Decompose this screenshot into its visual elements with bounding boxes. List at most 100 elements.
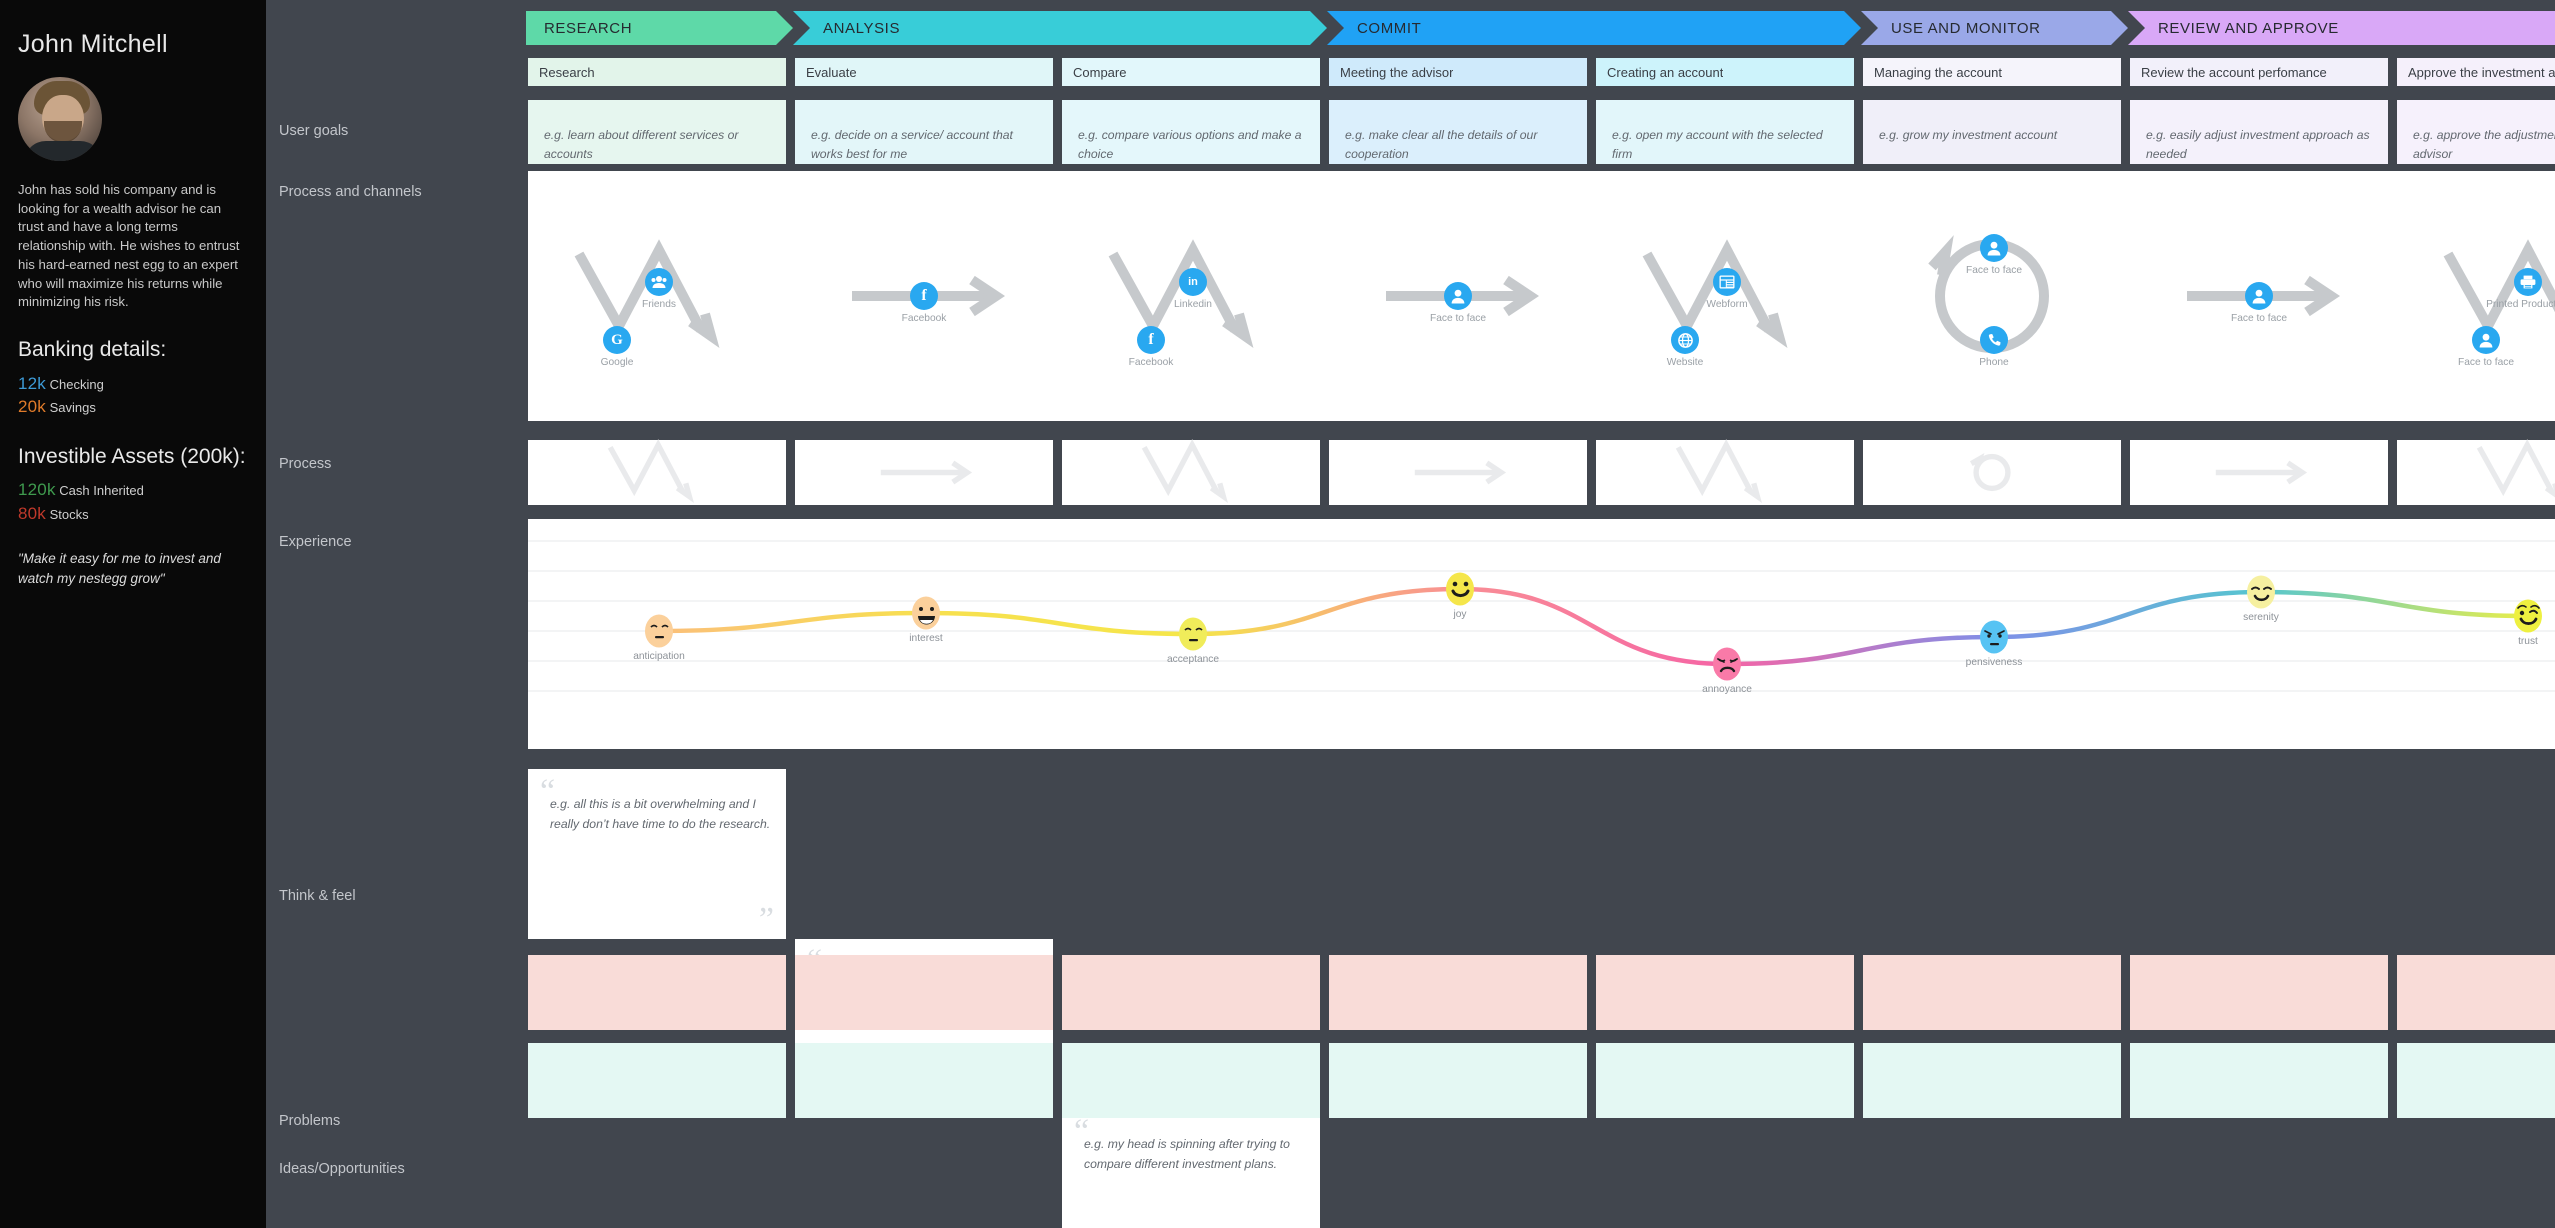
problems-cell-7[interactable] <box>2397 955 2555 1030</box>
facebook-icon[interactable]: f <box>1137 326 1165 354</box>
quote-close-icon: ” <box>758 901 774 938</box>
process-cell-6[interactable] <box>2130 440 2388 505</box>
channel-label: Printed Production <box>2486 299 2555 310</box>
process-cell-0[interactable] <box>528 439 786 505</box>
process-cell-5[interactable] <box>1863 440 2121 505</box>
phase-analysis[interactable]: ANALYSIS <box>793 11 1327 45</box>
channel-label: Friends <box>642 299 676 310</box>
row-label-column: User goals Process and channels Process Exp… <box>266 0 536 1228</box>
process-cell-4[interactable] <box>1596 439 1854 505</box>
process-channels-cell-2[interactable]: f Facebook in Linkedin <box>1062 171 1320 421</box>
think-feel-card-2[interactable]: “e.g. my head is spinning after trying t… <box>1062 1109 1320 1228</box>
ideas-cell-2[interactable] <box>1062 1043 1320 1118</box>
problems-cell-2[interactable] <box>1062 955 1320 1030</box>
person-icon[interactable] <box>2472 326 2500 354</box>
process-cell-3[interactable] <box>1329 440 1587 505</box>
stage-title: Managing the account <box>1874 64 2002 80</box>
problems-cell-1[interactable] <box>795 955 1053 1030</box>
problems-cell-6[interactable] <box>2130 955 2388 1030</box>
stage-title: Creating an account <box>1607 64 1724 80</box>
process-channels-cell-5[interactable]: Face to face Phone <box>1863 171 2121 421</box>
emotion-point-4[interactable] <box>1713 647 1741 681</box>
assets-stat-cash: 120k Cash Inherited <box>18 478 248 501</box>
linkedin-icon[interactable]: in <box>1179 268 1207 296</box>
ideas-cell-6[interactable] <box>2130 1043 2388 1118</box>
user-goal-cell-0[interactable]: e.g. learn about different services or a… <box>528 100 786 164</box>
user-goal-text: e.g. learn about different services or a… <box>544 128 739 162</box>
process-channels-cell-0[interactable]: G Google Friends <box>528 171 786 421</box>
channel-label: Phone <box>1979 357 2009 368</box>
ideas-cell-7[interactable] <box>2397 1043 2555 1118</box>
channel-label: Facebook <box>901 313 947 324</box>
emotion-point-6[interactable] <box>2247 575 2275 609</box>
website-icon[interactable] <box>1671 326 1699 354</box>
stocks-amount: 80k <box>18 503 47 523</box>
friends-icon[interactable] <box>645 268 673 296</box>
webform-icon[interactable] <box>1713 268 1741 296</box>
emotion-point-7[interactable] <box>2514 599 2542 633</box>
stage-header-4[interactable]: Creating an account <box>1596 58 1854 86</box>
process-channels-cell-1[interactable]: f Facebook <box>795 171 1053 421</box>
process-cell-1[interactable] <box>795 440 1053 505</box>
phase-use-and-monitor[interactable]: USE AND MONITOR <box>1861 11 2128 45</box>
problems-cell-3[interactable] <box>1329 955 1587 1030</box>
stage-title: Approve the investment approa… <box>2408 64 2555 80</box>
person-icon[interactable] <box>1980 234 2008 262</box>
facebook-icon[interactable]: f <box>910 282 938 310</box>
ideas-cell-0[interactable] <box>528 1043 786 1118</box>
stage-title: Research <box>539 64 595 80</box>
emotion-point-2[interactable] <box>1179 617 1207 651</box>
process-channels-cell-4[interactable]: Website Webform <box>1596 171 1854 421</box>
think-feel-card-0[interactable]: “e.g. all this is a bit overwhelming and… <box>528 769 786 939</box>
printer-icon[interactable] <box>2514 268 2542 296</box>
flow-arrow-straight <box>2215 460 2308 485</box>
phase-review-and-approve[interactable]: REVIEW AND APPROVE <box>2128 11 2555 45</box>
ideas-cell-1[interactable] <box>795 1043 1053 1118</box>
process-cell-2[interactable] <box>1062 439 1320 505</box>
person-icon[interactable] <box>1444 282 1472 310</box>
person-icon[interactable] <box>2245 282 2273 310</box>
user-goal-cell-3[interactable]: e.g. make clear all the details of our c… <box>1329 100 1587 164</box>
ideas-cell-4[interactable] <box>1596 1043 1854 1118</box>
problems-cell-5[interactable] <box>1863 955 2121 1030</box>
stage-header-5[interactable]: Managing the account <box>1863 58 2121 86</box>
user-goal-cell-2[interactable]: e.g. compare various options and make a … <box>1062 100 1320 164</box>
stage-title: Evaluate <box>806 64 857 80</box>
process-channels-cell-7[interactable]: Face to face Printed Production <box>2397 171 2555 421</box>
stage-header-2[interactable]: Compare <box>1062 58 1320 86</box>
quote-open-icon: “ <box>540 773 556 810</box>
user-goal-cell-7[interactable]: e.g. approve the adjustments with my adv… <box>2397 100 2555 164</box>
phase-research[interactable]: RESEARCH <box>526 11 793 45</box>
avatar <box>18 77 102 161</box>
emotion-label-5: pensiveness <box>1965 657 2023 668</box>
journey-grid: RESEARCH ANALYSIS COMMIT USE AND MONITOR REV… <box>526 0 2555 1228</box>
problems-cell-0[interactable] <box>528 955 786 1030</box>
user-goal-cell-4[interactable]: e.g. open my account with the selected f… <box>1596 100 1854 164</box>
channel-label: Website <box>1666 357 1704 368</box>
user-goal-cell-1[interactable]: e.g. decide on a service/ account that w… <box>795 100 1053 164</box>
stage-header-0[interactable]: Research <box>528 58 786 86</box>
user-goal-text: e.g. compare various options and make a … <box>1078 128 1302 162</box>
stage-header-3[interactable]: Meeting the advisor <box>1329 58 1587 86</box>
emotion-point-0[interactable] <box>645 614 673 648</box>
investible-assets-title: Investible Assets (200k): <box>18 444 246 468</box>
process-cell-7[interactable] <box>2397 439 2555 505</box>
stage-header-1[interactable]: Evaluate <box>795 58 1053 86</box>
user-goal-cell-5[interactable]: e.g. grow my investment account <box>1863 100 2121 164</box>
ideas-cell-3[interactable] <box>1329 1043 1587 1118</box>
emotion-point-5[interactable] <box>1980 620 2008 654</box>
phase-commit[interactable]: COMMIT <box>1327 11 1861 45</box>
emotion-point-1[interactable] <box>912 596 940 630</box>
process-channels-cell-6[interactable]: Face to face <box>2130 171 2388 421</box>
phone-icon[interactable] <box>1980 326 2008 354</box>
emotion-point-3[interactable] <box>1446 572 1474 606</box>
user-goal-text: e.g. open my account with the selected f… <box>1612 128 1823 162</box>
stage-header-6[interactable]: Review the account perfomance <box>2130 58 2388 86</box>
ideas-cell-5[interactable] <box>1863 1043 2121 1118</box>
emotion-label-7: trust <box>2518 636 2538 647</box>
problems-cell-4[interactable] <box>1596 955 1854 1030</box>
user-goal-cell-6[interactable]: e.g. easily adjust investment approach a… <box>2130 100 2388 164</box>
stage-header-7[interactable]: Approve the investment approa… <box>2397 58 2555 86</box>
google-icon[interactable]: G <box>603 326 631 354</box>
process-channels-cell-3[interactable]: Face to face <box>1329 171 1587 421</box>
